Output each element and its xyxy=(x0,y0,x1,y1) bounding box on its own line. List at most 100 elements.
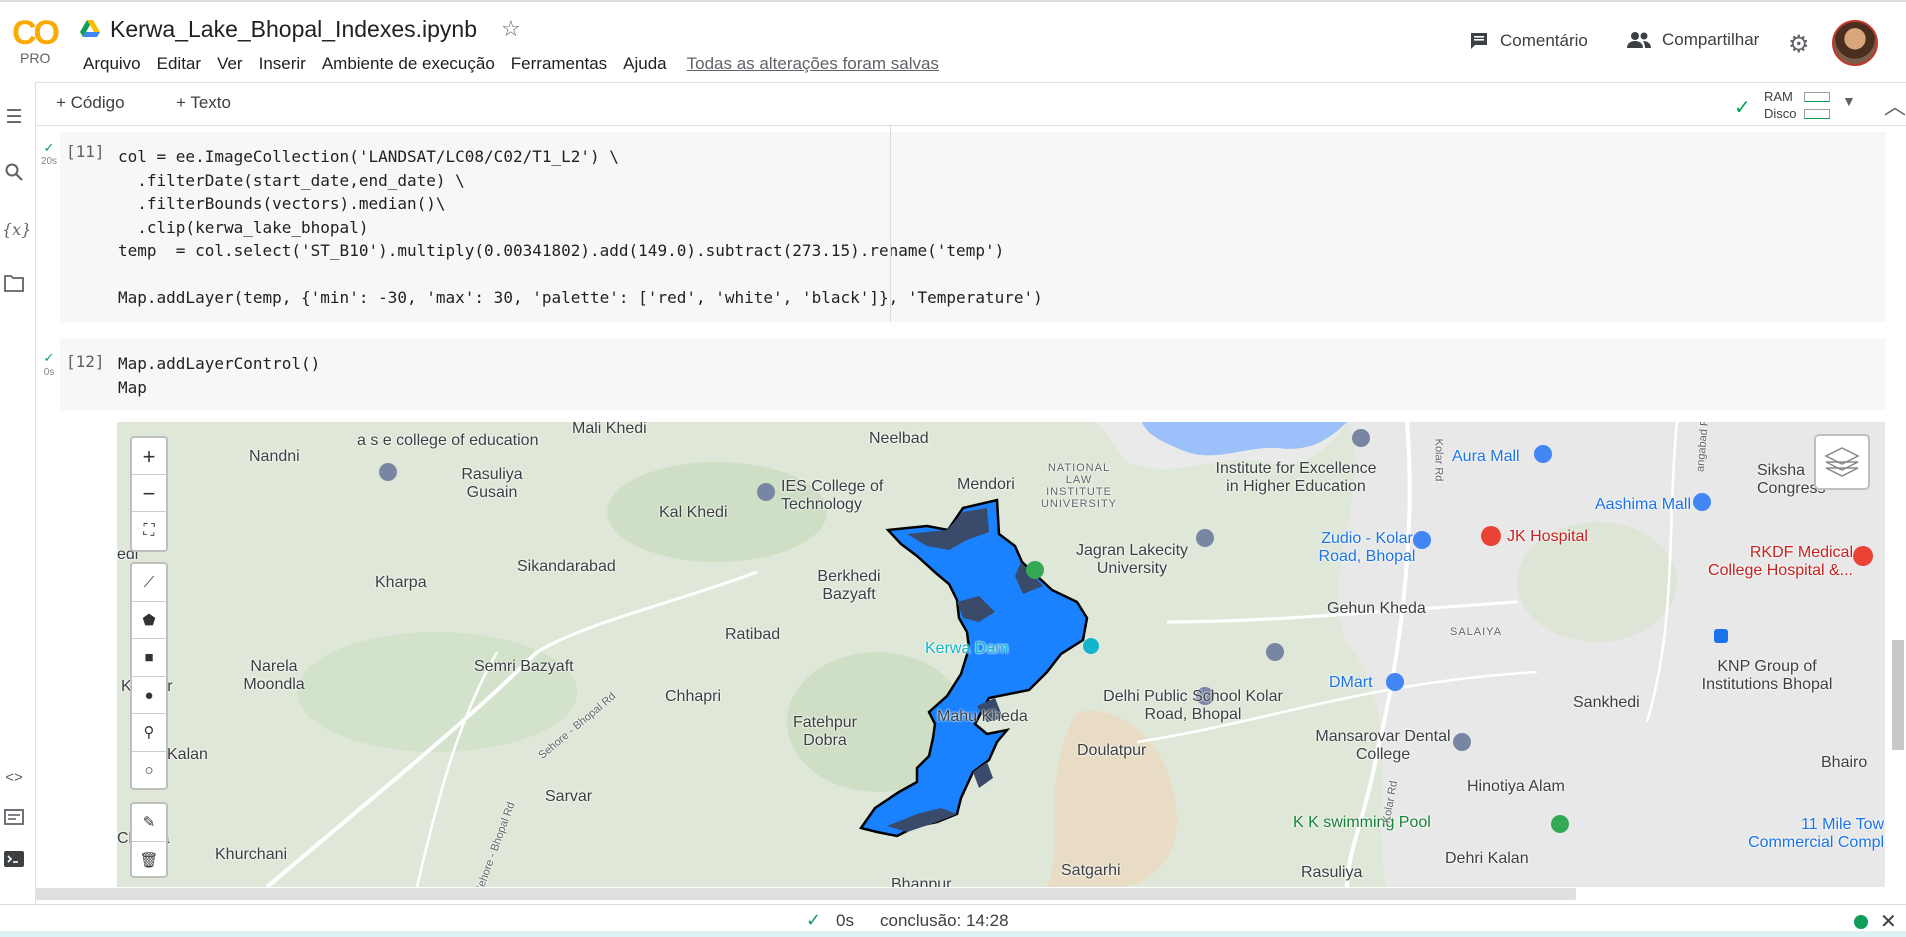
vertical-scrollbar[interactable] xyxy=(1892,640,1904,750)
map-label: Kal Khedi xyxy=(659,504,728,521)
map-label: Dehri Kalan xyxy=(1445,850,1529,867)
trash-icon[interactable]: 🗑 xyxy=(132,842,166,880)
edit-layers-icon[interactable]: ✎ xyxy=(132,804,166,842)
star-icon[interactable]: ☆ xyxy=(501,16,521,42)
menu-file[interactable]: Arquivo xyxy=(75,52,149,76)
menu-insert[interactable]: Inserir xyxy=(251,52,314,76)
comment-label: Comentário xyxy=(1500,31,1588,50)
add-code-button[interactable]: + Código xyxy=(56,93,125,113)
menu-runtime[interactable]: Ambiente de execução xyxy=(314,52,503,76)
exec-count[interactable]: [11] xyxy=(66,142,105,161)
code-line: Map.addLayer(temp, {'min': -30, 'max': 3… xyxy=(118,288,1043,307)
toc-icon[interactable]: ☰ xyxy=(2,106,26,130)
menu-help[interactable]: Ajuda xyxy=(615,52,674,76)
ram-label: RAM xyxy=(1764,89,1793,104)
code-snippets-icon[interactable]: <> xyxy=(2,766,26,790)
draw-marker-icon[interactable]: ⚲ xyxy=(132,714,166,752)
connected-check-icon: ✓ xyxy=(1734,97,1751,119)
cell-exec-time: 20s xyxy=(40,156,58,167)
code-line: .clip(kerwa_lake_bhopal) xyxy=(118,217,369,237)
map-label: RKDF Medical College Hospital &... xyxy=(1708,544,1853,579)
map-output[interactable]: Mali Khedi Neelbad Nandni a s e college … xyxy=(117,422,1885,887)
share-label: Compartilhar xyxy=(1662,30,1760,49)
map-label: Neelbad xyxy=(869,430,929,447)
code-line: col = ee.ImageCollection('LANDSAT/LC08/C… xyxy=(118,147,619,166)
colab-logo[interactable]: CO PRO xyxy=(8,14,60,68)
code-line: .filterDate(start_date,end_date) \ xyxy=(118,170,465,190)
map-label: Hinotiya Alam xyxy=(1467,778,1565,795)
map-label: Jagran Lakecity University xyxy=(1075,542,1189,577)
draw-rectangle-icon[interactable]: ■ xyxy=(132,639,166,677)
search-icon[interactable] xyxy=(2,162,26,186)
runtime-status[interactable]: ✓ RAM Disco xyxy=(1734,87,1854,123)
people-icon xyxy=(1627,32,1651,48)
map-label: Mali Khedi xyxy=(572,422,647,437)
code-editor[interactable]: col = ee.ImageCollection('LANDSAT/LC08/C… xyxy=(118,145,1043,310)
share-button[interactable]: Compartilhar xyxy=(1626,30,1759,50)
avatar[interactable] xyxy=(1832,20,1878,66)
map-label: Aura Mall xyxy=(1452,448,1520,465)
map-label: Aashima Mall xyxy=(1595,496,1692,513)
plan-badge: PRO xyxy=(20,50,51,66)
draw-circlemarker-icon[interactable]: ○ xyxy=(132,752,166,790)
chevron-down-icon[interactable]: ▼ xyxy=(1842,93,1856,109)
map-label: Mendori xyxy=(957,476,1015,493)
map-label: Nandni xyxy=(249,448,300,465)
code-line: .filterBounds(vectors).median()\ xyxy=(118,194,446,213)
layers-control-button[interactable] xyxy=(1814,434,1870,490)
map-label: SALAIYA xyxy=(1450,626,1503,638)
comment-icon xyxy=(1471,33,1487,49)
editor-ruler xyxy=(890,126,891,322)
google-drive-icon xyxy=(80,20,100,37)
map-label: Mansarovar Dental College xyxy=(1315,728,1451,763)
map-label: Satgarhi xyxy=(1061,862,1121,879)
comment-button[interactable]: Comentário xyxy=(1468,30,1588,52)
code-editor[interactable]: Map.addLayerControl() Map xyxy=(118,352,320,399)
fullscreen-button[interactable]: ⛶ xyxy=(132,512,166,549)
map-label: Rasuliya Gusain xyxy=(461,466,523,501)
menu-edit[interactable]: Editar xyxy=(149,52,209,76)
map-label: Sarvar xyxy=(545,788,593,805)
road-label: Kolar Rd xyxy=(1432,438,1445,482)
map-label: Kerwa Dam xyxy=(925,640,1009,657)
map-label: a s e college of education xyxy=(357,432,539,449)
map-label: 11 Mile Towe Commercial Comple xyxy=(1748,816,1885,851)
map-label: DMart xyxy=(1329,674,1373,691)
code-line: Map.addLayerControl() xyxy=(118,354,321,373)
zoom-out-button[interactable]: − xyxy=(132,475,166,512)
menu-bar: Arquivo Editar Ver Inserir Ambiente de e… xyxy=(75,52,947,76)
app-header: CO PRO Kerwa_Lake_Bhopal_Indexes.ipynb ☆… xyxy=(0,0,1906,82)
code-cell[interactable] xyxy=(60,338,1886,410)
notebook-title[interactable]: Kerwa_Lake_Bhopal_Indexes.ipynb xyxy=(110,16,477,43)
exec-count[interactable]: [12] xyxy=(66,352,105,371)
command-palette-icon[interactable] xyxy=(2,808,26,832)
map-label: Narela Moondla xyxy=(243,658,305,693)
map-label: Fatehpur Dobra xyxy=(792,714,858,749)
zoom-in-button[interactable]: + xyxy=(132,438,166,475)
map-label: Bhairo xyxy=(1821,754,1868,771)
horizontal-scrollbar[interactable] xyxy=(36,888,1576,900)
add-text-button[interactable]: + Texto xyxy=(176,93,231,113)
title-row: Kerwa_Lake_Bhopal_Indexes.ipynb ☆ xyxy=(80,14,521,44)
menu-tools[interactable]: Ferramentas xyxy=(503,52,615,76)
map-label: Sankhedi xyxy=(1573,694,1640,711)
map-label: KNP Group of Institutions Bhopal xyxy=(1701,658,1833,693)
status-exec-time: 0s xyxy=(836,911,854,930)
map-label: Bhanpur xyxy=(891,876,952,887)
menu-view[interactable]: Ver xyxy=(209,52,251,76)
map-label: Kharpa xyxy=(375,574,427,591)
map-label: NATIONAL LAW INSTITUTE UNIVERSITY xyxy=(1040,462,1117,510)
save-status-link[interactable]: Todas as alterações foram salvas xyxy=(679,52,947,76)
terminal-icon[interactable] xyxy=(2,850,26,874)
left-rail: ☰ {x} <> xyxy=(0,82,36,904)
draw-polygon-icon[interactable]: ⬟ xyxy=(132,602,166,639)
cell-success-check-icon: ✓ xyxy=(43,350,55,365)
files-icon[interactable] xyxy=(2,274,26,298)
chevron-up-icon[interactable]: ︿ xyxy=(1884,89,1906,121)
draw-circle-icon[interactable]: ● xyxy=(132,677,166,714)
logo-text: CO xyxy=(12,14,60,52)
draw-polyline-icon[interactable]: ⟋ xyxy=(132,564,166,602)
gear-icon[interactable]: ⚙ xyxy=(1788,30,1810,59)
variables-icon[interactable]: {x} xyxy=(2,218,31,242)
cell-exec-time: 0s xyxy=(43,367,55,378)
